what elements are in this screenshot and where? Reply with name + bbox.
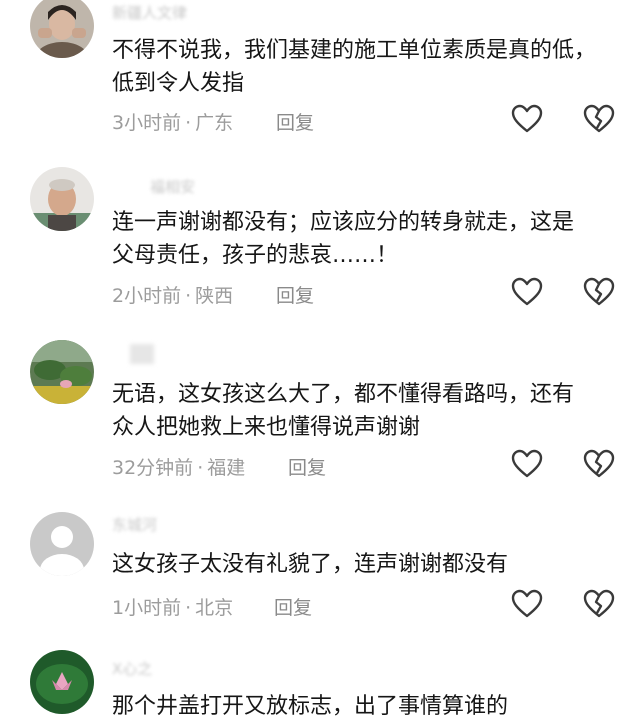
dislike-button[interactable] [583,104,615,134]
comment-meta: 1小时前 · 北京 [112,593,233,620]
username[interactable]: 东城河 [112,514,157,534]
comment-text: 无语，这女孩这么大了，都不懂得看路吗，还有 众人把她救上来也懂得说声谢谢 [112,378,627,444]
comment-time: 3小时前 [112,112,182,134]
dislike-button[interactable] [583,449,615,479]
comment-meta: 2小时前 · 陕西 [112,281,233,308]
comment-meta: 3小时前 · 广东 [112,108,233,135]
comment-text-line: 父母责任，孩子的悲哀……！ [112,243,399,268]
like-button[interactable] [511,104,543,134]
comment-location: 陕西 [195,285,234,307]
username[interactable]: 福相安 [150,176,195,196]
comment-time: 32分钟前 [112,457,194,479]
comment-meta: 32分钟前 · 福建 [112,453,245,480]
dislike-button[interactable] [583,589,615,619]
username[interactable] [130,344,154,364]
comment-text-line: 连一声谢谢都没有；应该应分的转身就走，这是 [112,210,575,235]
comment-text-line: 这女孩子太没有礼貌了，连声谢谢都没有 [112,552,509,577]
avatar[interactable] [30,650,94,714]
comment-time: 1小时前 [112,597,182,619]
default-user-avatar-icon [30,512,94,576]
avatar[interactable] [30,340,94,404]
dislike-button[interactable] [583,277,615,307]
avatar[interactable] [30,512,94,576]
comment-time: 2小时前 [112,285,182,307]
separator-dot: · [185,112,192,134]
reply-button[interactable]: 回复 [276,281,314,308]
comment-text-line: 无语，这女孩这么大了，都不懂得看路吗，还有 [112,382,575,407]
separator-dot: · [197,457,204,479]
heart-outline-icon [511,277,543,306]
username[interactable]: 新疆人文律 [112,2,187,22]
username[interactable]: X心之 [112,658,152,678]
comment-text-line: 那个井盖打开又放标志，出了事情算谁的 [112,694,509,719]
comment-text: 那个井盖打开又放标志，出了事情算谁的 [112,690,627,723]
separator-dot: · [185,285,192,307]
comment-location: 广东 [195,112,234,134]
comment-text-line: 低到令人发指 [112,71,245,96]
like-button[interactable] [511,449,543,479]
like-button[interactable] [511,589,543,619]
broken-heart-outline-icon [583,449,615,478]
like-button[interactable] [511,277,543,307]
broken-heart-outline-icon [583,104,615,133]
avatar[interactable] [30,0,94,58]
comment-location: 北京 [195,597,234,619]
comment-text: 这女孩子太没有礼貌了，连声谢谢都没有 [112,548,627,581]
heart-outline-icon [511,104,543,133]
reply-button[interactable]: 回复 [276,108,314,135]
comment-text: 连一声谢谢都没有；应该应分的转身就走，这是 父母责任，孩子的悲哀……！ [112,206,627,272]
heart-outline-icon [511,589,543,618]
comment-location: 福建 [207,457,246,479]
reply-button[interactable]: 回复 [288,453,326,480]
comment-text: 不得不说我，我们基建的施工单位素质是真的低， 低到令人发指 [112,34,627,100]
separator-dot: · [185,597,192,619]
broken-heart-outline-icon [583,277,615,306]
comment-text-line: 不得不说我，我们基建的施工单位素质是真的低， [112,38,597,63]
broken-heart-outline-icon [583,589,615,618]
avatar[interactable] [30,167,94,231]
reply-button[interactable]: 回复 [274,593,312,620]
heart-outline-icon [511,449,543,478]
comment-text-line: 众人把她救上来也懂得说声谢谢 [112,415,421,440]
